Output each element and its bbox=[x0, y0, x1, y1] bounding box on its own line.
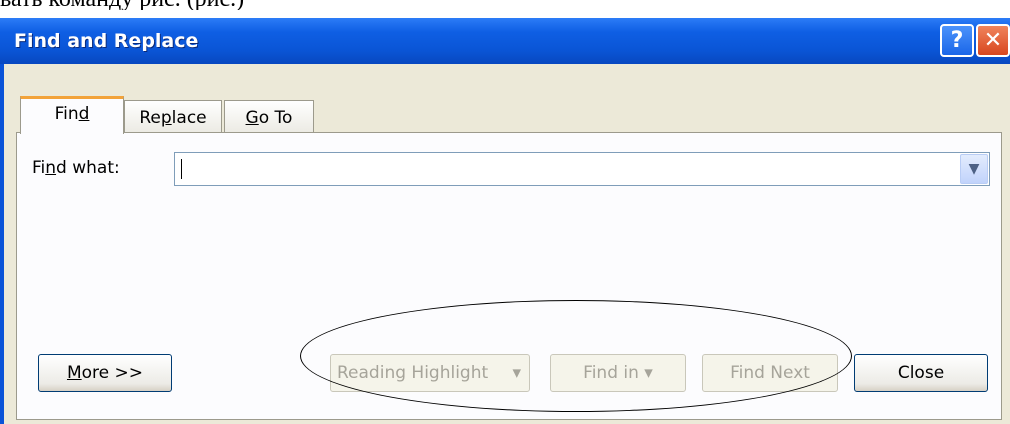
document-caption: вать команду рис. (рис.) bbox=[0, 0, 260, 10]
find-what-dropdown-button[interactable]: ▼ bbox=[960, 154, 988, 184]
help-icon: ? bbox=[950, 28, 964, 53]
close-window-button[interactable]: ✕ bbox=[976, 24, 1010, 57]
tab-go-to[interactable]: Go To bbox=[224, 100, 314, 132]
help-button[interactable]: ? bbox=[940, 24, 974, 57]
title-bar[interactable]: Find and Replace ? ✕ bbox=[0, 18, 1010, 64]
tab-find[interactable]: Find bbox=[20, 96, 124, 134]
tab-replace[interactable]: Replace bbox=[124, 100, 222, 132]
annotation-ellipse bbox=[300, 300, 852, 412]
close-icon: ✕ bbox=[983, 28, 1003, 53]
find-what-label: Find what: bbox=[32, 158, 120, 178]
chevron-down-icon: ▼ bbox=[968, 161, 980, 177]
dialog-title: Find and Replace bbox=[14, 30, 199, 52]
find-what-input[interactable]: ▼ bbox=[174, 152, 990, 186]
more-button[interactable]: More >> bbox=[38, 354, 172, 392]
close-button[interactable]: Close bbox=[854, 354, 988, 392]
text-cursor bbox=[181, 159, 182, 179]
